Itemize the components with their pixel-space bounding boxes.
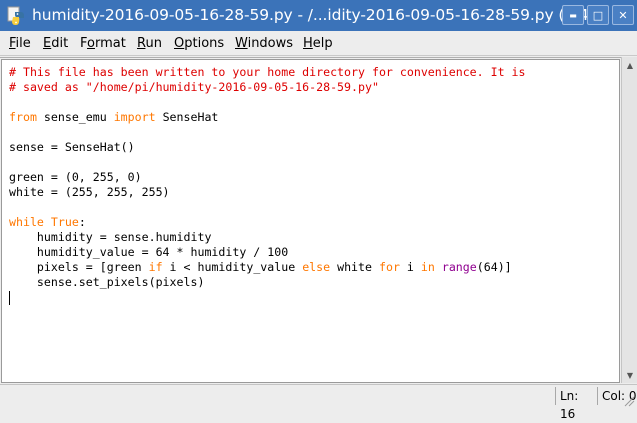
menu-help[interactable]: Help [303,36,333,51]
code-line: white = (255, 255, 255) [9,185,170,200]
code-token: sense.set_pixels(pixels) [9,275,205,289]
code-token: green = (0, 255, 0) [9,170,142,184]
code-editor[interactable]: # This file has been written to your hom… [1,59,620,383]
menu-file[interactable]: File [9,36,31,51]
menu-help-label: elp [312,36,333,51]
code-token: # This file has been written to your hom… [9,65,526,79]
code-token: else [302,260,331,274]
code-token: import [113,110,156,124]
status-bar: Ln: 16 Col: 0 [0,384,637,421]
scroll-up-icon[interactable]: ▲ [624,59,636,71]
code-token: pixels = [green [9,260,149,274]
menu-edit-label: dit [51,36,69,51]
maximize-icon: □ [592,8,604,22]
code-line: pixels = [green if i < humidity_value el… [9,260,512,275]
menu-format[interactable]: Format [80,36,126,51]
code-token: from [9,110,37,124]
menu-options[interactable]: Options [174,36,224,51]
minimize-button[interactable]: ▬ [562,5,584,25]
code-line: # saved as "/home/pi/humidity-2016-09-05… [9,80,379,95]
code-token: : [78,215,86,229]
menu-format-prefix: F [80,36,88,51]
menu-options-label: ptions [184,36,225,51]
menu-help-mnemonic: H [303,36,313,51]
code-token: range [441,260,477,274]
code-token: sense = SenseHat() [9,140,135,154]
code-token: white = (255, 255, 255) [9,185,170,199]
title-bar[interactable]: humidity-2016-09-05-16-28-59.py - /...id… [0,0,637,31]
window-title: humidity-2016-09-05-16-28-59.py - /...id… [32,6,610,24]
code-token: i [399,260,421,274]
code-line: while True: [9,215,86,230]
menu-edit[interactable]: Edit [43,36,68,51]
vertical-scrollbar[interactable]: ▲ ▼ [621,57,637,383]
code-token: while [9,215,44,229]
code-token: white [330,260,379,274]
code-token: sense_emu [36,110,114,124]
code-line: sense.set_pixels(pixels) [9,275,205,290]
minimize-icon: ▬ [569,10,577,20]
menu-run-label: un [145,36,162,51]
code-token: i < humidity_value [162,260,303,274]
maximize-button[interactable]: □ [587,5,609,25]
resize-grip-icon[interactable] [621,393,635,407]
close-button[interactable]: ✕ [612,5,634,25]
code-line: green = (0, 255, 0) [9,170,142,185]
code-token: (64)] [476,260,512,274]
menu-format-label: rmat [94,36,126,51]
code-token: True [50,215,79,229]
menu-format-mnemonic: o [87,36,95,51]
editor-area: # This file has been written to your hom… [0,57,637,384]
code-token: # saved as "/home/pi/humidity-2016-09-05… [9,80,379,94]
scroll-down-icon[interactable]: ▼ [624,369,636,381]
close-icon: ✕ [618,8,628,22]
menu-windows-label: indows [247,36,294,51]
line-number: Ln: 16 [555,387,597,421]
code-line: humidity = sense.humidity [9,230,212,245]
code-line: from sense_emu import SenseHat [9,110,218,125]
code-token: for [378,260,400,274]
menu-windows[interactable]: Windows [235,36,293,51]
menu-run[interactable]: Run [137,36,162,51]
menu-bar: File Edit Format Run Options Windows Hel… [0,31,637,56]
code-line: # This file has been written to your hom… [9,65,526,80]
code-token: if [148,260,163,274]
code-line: sense = SenseHat() [9,140,135,155]
text-caret [9,291,10,305]
code-token: humidity = sense.humidity [9,230,212,244]
menu-file-label: ile [15,36,31,51]
python-icon [7,6,24,25]
code-token: in [420,260,435,274]
code-token: humidity_value = 64 * humidity / 100 [9,245,289,259]
menu-windows-mnemonic: W [235,36,248,51]
menu-options-mnemonic: O [174,36,185,51]
code-line: humidity_value = 64 * humidity / 100 [9,245,288,260]
menu-edit-mnemonic: E [43,36,52,51]
code-token: SenseHat [155,110,219,124]
